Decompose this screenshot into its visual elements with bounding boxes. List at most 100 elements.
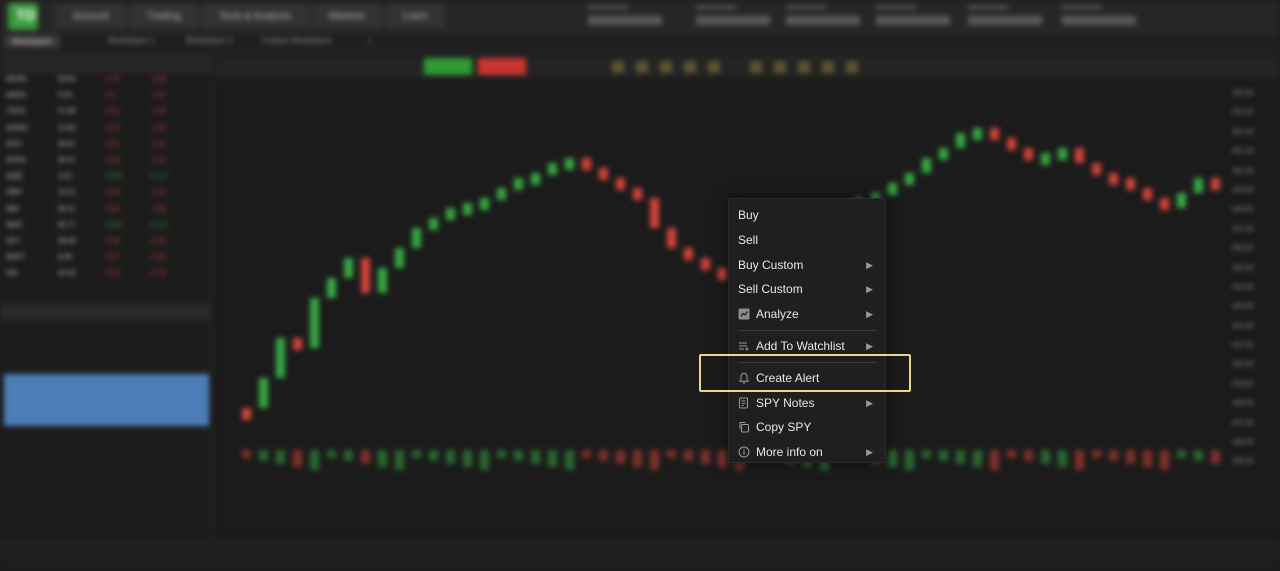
watchlist-row[interactable]: IBM 58.11 -0.62 -1.06 [0, 202, 211, 218]
volume-bar [990, 450, 999, 470]
volume-bar [939, 450, 948, 461]
menu-item-label: Sell [738, 232, 759, 247]
watchlist-row[interactable]: TSCO 21.69 -0.31 -1.42 [0, 104, 211, 120]
candle [293, 338, 302, 350]
candle [701, 258, 710, 270]
menu-item-spy-notes[interactable]: SPY Notes ▶ [729, 391, 885, 416]
tool-icon[interactable] [798, 61, 810, 73]
watchlist-cell: 21.69 [58, 108, 76, 116]
candle [633, 188, 642, 200]
market-depth-rows [4, 374, 209, 426]
menu-item-buy[interactable]: Buy [729, 203, 885, 228]
menu-item-more-info[interactable]: More info on ▶ [729, 440, 885, 465]
menu-item-copy-spy[interactable]: Copy SPY [729, 415, 885, 440]
tab-workspace-1[interactable]: Workspace 1 [108, 36, 155, 45]
volume-bar [1092, 450, 1101, 458]
tab-custom-workspace[interactable]: Custom Workspace [262, 36, 332, 45]
watchlist-row[interactable]: DIA 32.54 -0.25 -0.76 [0, 266, 211, 282]
price-tick: 451.00 [1232, 148, 1254, 156]
volume-bar [344, 450, 353, 461]
nav-account[interactable]: Account [56, 5, 127, 27]
candle [667, 228, 676, 248]
watchlist-row[interactable]: SPY 38.08 -0.36 -0.94 [0, 234, 211, 250]
candle [888, 183, 897, 195]
watchlist-cell: 6.23 [58, 92, 72, 100]
watchlist-row[interactable]: SMH 24.21 -0.28 -1.14 [0, 185, 211, 201]
volume-bar [650, 450, 659, 470]
candle [905, 173, 914, 185]
watchlist-cell: -2.39 [150, 76, 166, 83]
candle [378, 268, 387, 293]
candle [497, 188, 506, 200]
watchlist-row[interactable]: MSFT 8.08 -0.07 -0.86 [0, 250, 211, 266]
sell-button[interactable] [478, 58, 526, 75]
watchlist-header [0, 54, 211, 72]
watchlist-cell: -0.94 [150, 237, 166, 245]
watchlist-row[interactable]: QQQ 4.31 +0.05 +1.17 [0, 169, 211, 185]
price-tick: 446.00 [1232, 245, 1254, 253]
tool-icon[interactable] [684, 61, 696, 73]
watchlist-cell: -0.76 [150, 270, 166, 278]
price-tick: 438.00 [1232, 400, 1254, 408]
nav-tools[interactable]: Tools & Analysis [201, 5, 308, 27]
menu-item-sell-custom[interactable]: Sell Custom ▶ [729, 277, 885, 302]
chevron-right-icon: ▶ [866, 397, 873, 408]
watchlist-cell: WMT [6, 221, 23, 229]
buy-button[interactable] [424, 58, 472, 75]
menu-item-sell[interactable]: Sell [729, 228, 885, 253]
volume-bar [973, 450, 982, 467]
watchlist-row[interactable]: MSSN 30.64 -0.75 -2.39 [0, 72, 211, 88]
menu-item-label: Buy Custom [738, 257, 804, 272]
volume-bar [395, 450, 404, 470]
nav-markets[interactable]: Markets [311, 5, 382, 27]
nav-trading[interactable]: Trading [130, 5, 198, 27]
watchlist-cell: MSFT [6, 254, 26, 262]
watchlist-cell: TSCO [6, 108, 26, 116]
watchlist-row[interactable]: INTC 30.97 -0.41 -1.31 [0, 137, 211, 153]
watchlist-cell: AMZN [6, 92, 26, 100]
candle [1126, 178, 1135, 190]
tool-icon[interactable] [660, 61, 672, 73]
menu-item-analyze[interactable]: Analyze ▶ [729, 302, 885, 327]
watchlist-row[interactable]: AMZN 6.23 -0.1 -1.51 [0, 88, 211, 104]
price-tick: 439.00 [1232, 380, 1254, 388]
tool-icon[interactable] [822, 61, 834, 73]
price-tick: 436.00 [1232, 439, 1254, 447]
account-selector[interactable] [588, 3, 666, 29]
volume-bar [293, 450, 302, 467]
workspace-tabs: Workspace Workspace 1 Workspace 2 Custom… [0, 33, 1280, 53]
candle [1058, 148, 1067, 160]
tab-workspace[interactable]: Workspace [4, 35, 60, 48]
watchlist-row[interactable]: WMT 50.77 +0.51 +1.01 [0, 218, 211, 234]
tool-icon[interactable] [750, 61, 762, 73]
trading-platform-background: TD Account Trading Tools & Analysis Mark… [0, 0, 1280, 571]
price-axis: 455.00 453.00 452.00 451.00 450.00 449.00 448.… [1232, 90, 1272, 480]
watchlist-cell: -1.14 [150, 189, 166, 197]
volume-bar [242, 450, 251, 458]
watchlist-row[interactable]: NVDA 46.47 -0.58 -1.23 [0, 153, 211, 169]
add-tab-button[interactable]: + [368, 36, 373, 45]
analyze-icon [738, 308, 750, 320]
volume-bar [446, 450, 455, 464]
menu-item-label: Add To Watchlist [756, 338, 845, 353]
volume-bar [1024, 450, 1033, 461]
candle [395, 248, 404, 268]
tool-icon[interactable] [612, 61, 624, 73]
tab-workspace-2[interactable]: Workspace 2 [186, 36, 233, 45]
watchlist-cell: -0.62 [104, 205, 120, 213]
watchlist-row[interactable]: GOOG 22.64 -0.32 -1.40 [0, 121, 211, 137]
price-tick: 435.00 [1232, 458, 1254, 466]
menu-item-buy-custom[interactable]: Buy Custom ▶ [729, 253, 885, 278]
volume-bar [888, 450, 897, 467]
price-tick: 441.00 [1232, 342, 1254, 350]
tool-icon[interactable] [708, 61, 720, 73]
watchlist-cell: 22.64 [58, 124, 76, 132]
tool-icon[interactable] [846, 61, 858, 73]
tool-icon[interactable] [774, 61, 786, 73]
volume-bar [667, 450, 676, 458]
candle [514, 178, 523, 190]
watchlist-cell: 8.08 [58, 254, 72, 262]
nav-learn[interactable]: Learn [385, 5, 446, 27]
tool-icon[interactable] [636, 61, 648, 73]
watchlist-cell: -0.32 [104, 124, 120, 132]
